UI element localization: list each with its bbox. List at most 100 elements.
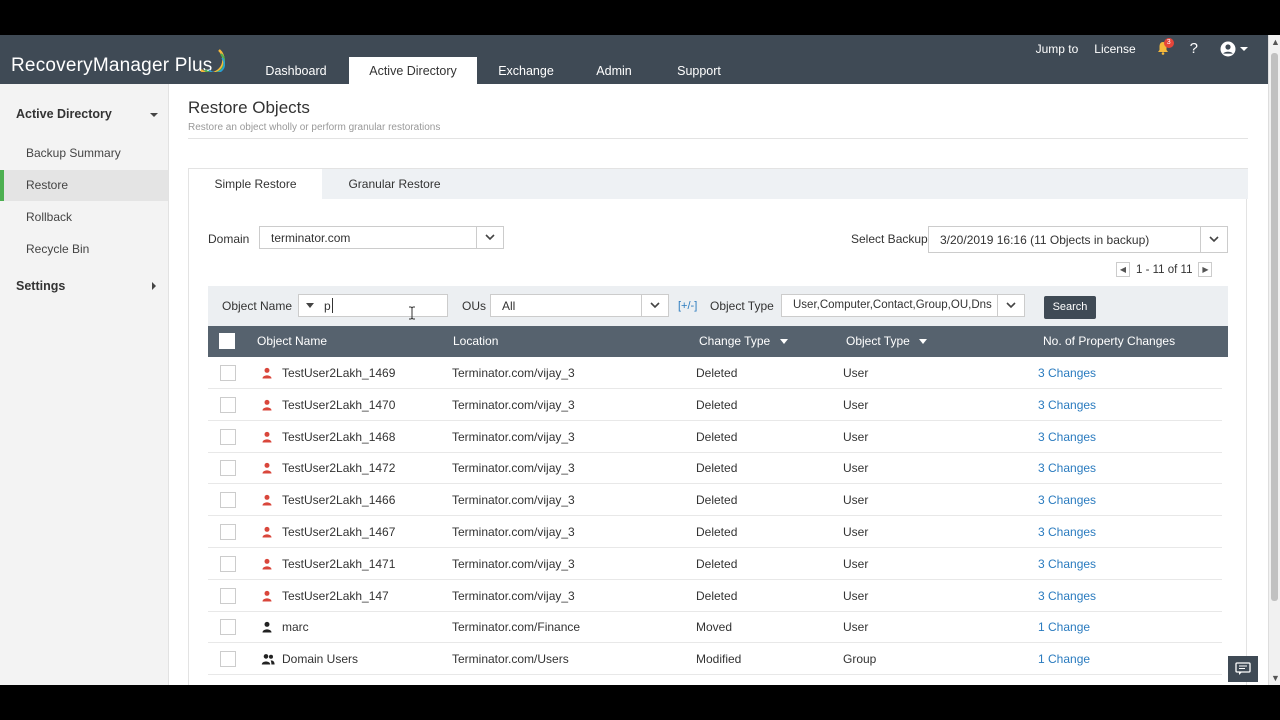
table-header: Object Name Location Change Type Object … bbox=[208, 326, 1228, 357]
scroll-down-arrow-icon[interactable]: ▼ bbox=[1271, 673, 1280, 683]
prev-page-button[interactable]: ◀ bbox=[1116, 262, 1130, 277]
table-row[interactable]: Domain Users Terminator.com/Users Modified… bbox=[208, 643, 1222, 676]
col-object-type[interactable]: Object Type bbox=[846, 326, 928, 357]
chat-icon[interactable] bbox=[1228, 656, 1258, 682]
tab-admin[interactable]: Admin bbox=[575, 57, 653, 84]
scroll-up-arrow-icon[interactable]: ▲ bbox=[1271, 37, 1280, 47]
object-name-cell: marc bbox=[282, 620, 309, 635]
row-checkbox[interactable] bbox=[220, 460, 236, 477]
sidebar-section-active-directory[interactable]: Active Directory bbox=[16, 107, 158, 121]
caret-down-icon bbox=[150, 113, 158, 117]
sidebar-item-rollback[interactable]: Rollback bbox=[0, 202, 168, 233]
object-type-cell: User bbox=[843, 588, 869, 603]
license-link[interactable]: License bbox=[1094, 42, 1135, 56]
object-type-select[interactable]: User,Computer,Contact,Group,OU,Dns bbox=[781, 294, 1025, 317]
sort-caret-icon bbox=[919, 339, 928, 344]
property-changes-link[interactable]: 3 Changes bbox=[1038, 484, 1096, 516]
tab-active-directory[interactable]: Active Directory bbox=[349, 57, 477, 84]
col-change-type[interactable]: Change Type bbox=[699, 326, 788, 357]
object-name-cell: TestUser2Lakh_1468 bbox=[282, 429, 396, 444]
table-row[interactable]: TestUser2Lakh_1470 Terminator.com/vijay_3… bbox=[208, 389, 1222, 421]
page-subtitle: Restore an object wholly or perform gran… bbox=[188, 122, 441, 133]
change-type-cell: Modified bbox=[696, 652, 742, 667]
object-name-cell: Domain Users bbox=[282, 652, 359, 667]
location-cell: Terminator.com/vijay_3 bbox=[452, 366, 575, 380]
property-changes-link[interactable]: 3 Changes bbox=[1038, 389, 1096, 421]
user-deleted-icon bbox=[261, 431, 273, 443]
sidebar-item-backup-summary[interactable]: Backup Summary bbox=[0, 138, 168, 169]
scroll-thumb[interactable] bbox=[1271, 53, 1278, 601]
table-row[interactable]: TestUser2Lakh_1471 Terminator.com/vijay_3… bbox=[208, 548, 1222, 580]
row-checkbox[interactable] bbox=[220, 555, 236, 572]
row-checkbox[interactable] bbox=[220, 587, 236, 604]
filter-caret-icon[interactable] bbox=[306, 303, 314, 309]
object-name-cell: TestUser2Lakh_1472 bbox=[282, 461, 396, 476]
domain-select[interactable]: terminator.com bbox=[259, 226, 504, 249]
user-deleted-icon bbox=[261, 367, 273, 379]
row-checkbox[interactable] bbox=[220, 428, 236, 445]
property-changes-link[interactable]: 3 Changes bbox=[1038, 548, 1096, 580]
row-checkbox[interactable] bbox=[220, 396, 236, 413]
table-row[interactable]: TestUser2Lakh_1467 Terminator.com/vijay_3… bbox=[208, 516, 1222, 548]
page-range: 1 - 11 of 11 bbox=[1136, 263, 1193, 276]
help-icon[interactable]: ? bbox=[1190, 40, 1198, 57]
property-changes-link[interactable]: 1 Change bbox=[1038, 643, 1090, 675]
toggle-ou-link[interactable]: [+/-] bbox=[678, 300, 697, 312]
sidebar-item-restore[interactable]: Restore bbox=[0, 170, 168, 201]
tab-support[interactable]: Support bbox=[653, 57, 745, 84]
tab-dashboard[interactable]: Dashboard bbox=[248, 57, 344, 84]
table-row[interactable]: marc Terminator.com/Finance Moved User 1 Cha… bbox=[208, 611, 1222, 644]
row-checkbox[interactable] bbox=[220, 524, 236, 540]
table-row[interactable]: TestUser2Lakh_1469 Terminator.com/vijay_3… bbox=[208, 357, 1222, 389]
table-row[interactable]: TestUser2Lakh_1468 Terminator.com/vijay_3… bbox=[208, 421, 1222, 453]
property-changes-link[interactable]: 3 Changes bbox=[1038, 421, 1096, 453]
object-type-cell: User bbox=[843, 620, 869, 635]
table-row[interactable]: TestUser2Lakh_1466 Terminator.com/vijay_3… bbox=[208, 484, 1222, 517]
chevron-down-icon bbox=[1200, 227, 1227, 252]
object-name-label: Object Name bbox=[222, 299, 293, 313]
sidebar-item-recycle-bin[interactable]: Recycle Bin bbox=[0, 234, 168, 265]
property-changes-link[interactable]: 1 Change bbox=[1038, 611, 1090, 643]
change-type-cell: Moved bbox=[696, 620, 733, 635]
notification-bell-icon[interactable]: 3 bbox=[1156, 37, 1174, 57]
col-location[interactable]: Location bbox=[453, 326, 498, 357]
app-logo[interactable]: RecoveryManager Plus bbox=[11, 55, 212, 77]
page-scrollbar[interactable]: ▲ ▼ bbox=[1268, 35, 1280, 685]
tab-simple-restore[interactable]: Simple Restore bbox=[189, 169, 322, 200]
row-checkbox[interactable] bbox=[220, 619, 236, 636]
object-name-input[interactable]: p bbox=[298, 294, 448, 317]
row-checkbox[interactable] bbox=[220, 651, 236, 668]
search-button[interactable]: Search bbox=[1044, 296, 1096, 319]
caret-right-icon bbox=[152, 282, 156, 290]
object-type-label: Object Type bbox=[710, 299, 774, 313]
jump-to-link[interactable]: Jump to bbox=[1036, 42, 1079, 56]
location-cell: Terminator.com/vijay_3 bbox=[452, 556, 575, 571]
property-changes-link[interactable]: 3 Changes bbox=[1038, 452, 1096, 484]
user-deleted-icon bbox=[261, 558, 273, 570]
row-checkbox[interactable] bbox=[220, 492, 236, 509]
backup-select[interactable]: 3/20/2019 16:16 (11 Objects in backup) bbox=[928, 226, 1228, 253]
table-row[interactable]: TestUser2Lakh_147 Terminator.com/vijay_3 D… bbox=[208, 580, 1222, 612]
user-menu[interactable] bbox=[1220, 41, 1248, 57]
table-row[interactable]: TestUser2Lakh_1472 Terminator.com/vijay_3… bbox=[208, 452, 1222, 485]
next-page-button[interactable]: ▶ bbox=[1198, 262, 1213, 277]
property-changes-link[interactable]: 3 Changes bbox=[1038, 357, 1096, 389]
col-property-changes[interactable]: No. of Property Changes bbox=[1043, 326, 1175, 357]
top-header: RecoveryManager Plus Dashboard Active Di… bbox=[0, 35, 1268, 84]
page-title: Restore Objects bbox=[188, 98, 310, 117]
chevron-down-icon bbox=[476, 227, 503, 248]
sidebar-section-settings[interactable]: Settings bbox=[16, 279, 158, 293]
property-changes-link[interactable]: 3 Changes bbox=[1038, 516, 1096, 548]
change-type-cell: Deleted bbox=[696, 493, 738, 508]
pagination: ◀ 1 - 11 of 11 ▶ bbox=[1116, 262, 1213, 277]
object-type-cell: User bbox=[843, 429, 869, 444]
tab-exchange[interactable]: Exchange bbox=[477, 57, 575, 84]
ous-value: All bbox=[502, 299, 516, 313]
col-object-name[interactable]: Object Name bbox=[257, 326, 327, 357]
ibeam-cursor-icon bbox=[409, 306, 415, 320]
select-all-checkbox[interactable] bbox=[219, 333, 235, 349]
property-changes-link[interactable]: 3 Changes bbox=[1038, 580, 1096, 612]
tab-granular-restore[interactable]: Granular Restore bbox=[322, 169, 467, 200]
row-checkbox[interactable] bbox=[220, 365, 236, 381]
ous-select[interactable]: All bbox=[490, 294, 669, 317]
